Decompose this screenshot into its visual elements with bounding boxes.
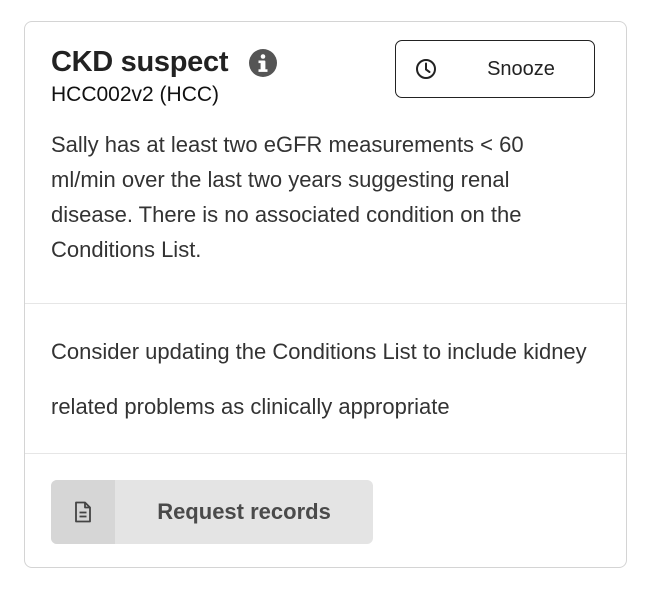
snooze-label: Snooze [487,57,555,80]
card-footer: Request records [25,454,626,544]
info-icon[interactable] [248,48,278,78]
card-description: Sally has at least two eGFR measurements… [51,132,524,262]
clock-icon [396,41,456,97]
alert-card: CKD suspect HCC002v2 (HCC) Snooze Sally … [24,21,627,568]
snooze-button[interactable]: Snooze [395,40,595,98]
document-icon [51,480,115,544]
request-records-label: Request records [157,499,331,524]
card-header: CKD suspect HCC002v2 (HCC) Snooze Sally … [25,22,626,304]
recommendation-text: Consider updating the Conditions List to… [25,304,626,454]
card-title: CKD suspect [51,46,229,78]
request-records-button[interactable]: Request records [51,480,373,544]
